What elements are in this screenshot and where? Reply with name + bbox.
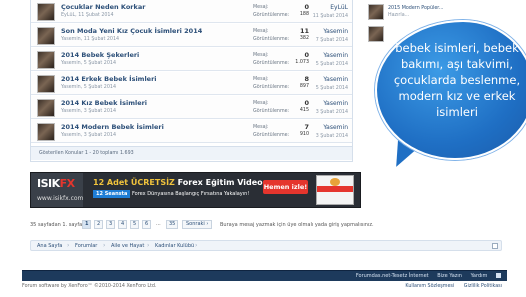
breadcrumb: Ana Sayfa › Forumlar › Aile ve Hayat › K… xyxy=(30,240,502,251)
footer-links: Forumdas.net-Tesetz İnternet Bize Yazın … xyxy=(349,273,501,279)
breadcrumb-home[interactable]: Ana Sayfa xyxy=(37,243,62,249)
stat-values: 8 897 xyxy=(299,75,309,89)
thread-title[interactable]: 2014 Kız Bebek İsimleri xyxy=(61,99,147,107)
stat-labels: Mesaj: Görüntülenme: xyxy=(253,77,290,90)
stat-labels: Mesaj: Görüntülenme: xyxy=(253,125,290,138)
table-row[interactable]: 2014 Kız Bebek İsimleri Yasemin, 3 Şubat… xyxy=(31,96,352,119)
last-post[interactable]: Yasemin 3 Şubat 2014 xyxy=(316,123,348,141)
privacy-link[interactable]: Gizlilik Politikası xyxy=(464,284,502,289)
stat-values: 0 415 xyxy=(299,99,309,113)
thread-list-footer: Gösterilen Konular 1 - 20 toplamı 1.693 xyxy=(31,146,352,160)
stat-labels: Mesaj: Görüntülenme: xyxy=(253,101,290,114)
ad-headline: 12 Adet ÜCRETSİZ Forex Eğitim Videosu xyxy=(93,178,274,187)
page-link-last[interactable]: 35 xyxy=(166,220,179,229)
avatar[interactable] xyxy=(37,51,55,69)
next-page-button[interactable]: Sonraki › xyxy=(182,220,213,229)
last-post[interactable]: Yasemin 5 Şubat 2014 xyxy=(316,75,348,93)
page-link-3[interactable]: 3 xyxy=(106,220,116,229)
terms-link[interactable]: Kullanım Sözleşmesi xyxy=(405,284,454,289)
ad-brand: ISIKFX xyxy=(37,177,75,190)
table-row[interactable]: 2014 Modern Bebek İsimleri Yasemin, 3 Şu… xyxy=(31,120,352,143)
footer-link-contact[interactable]: Bize Yazın xyxy=(437,273,462,279)
sidebar-item[interactable]: 2015 Modern Popüler... Hazırla... xyxy=(366,2,516,22)
avatar[interactable] xyxy=(37,75,55,93)
breadcrumb-family[interactable]: Aile ve Hayat xyxy=(111,243,144,249)
last-post[interactable]: EyLüL 11 Şubat 2014 xyxy=(313,3,348,21)
last-post[interactable]: Yasemin 7 Şubat 2014 xyxy=(316,27,348,45)
breadcrumb-separator: › xyxy=(147,242,150,249)
footer-link-help[interactable]: Yardım xyxy=(471,273,488,279)
avatar[interactable] xyxy=(37,3,55,21)
ad-url: www.isikfx.com xyxy=(37,195,84,202)
thread-meta: Yasemin, 3 Şubat 2014 xyxy=(61,109,117,114)
stat-values: 7 910 xyxy=(299,123,309,137)
table-row[interactable]: 2014 Erkek Bebek İsimleri Yasemin, 5 Şub… xyxy=(31,72,352,95)
avatar[interactable] xyxy=(368,26,384,42)
scroll-top-icon[interactable] xyxy=(496,273,501,278)
login-notice: Buraya mesaj yazmak için üye olmalı yada… xyxy=(220,222,374,228)
thread-meta: Yasemin, 5 Şubat 2014 xyxy=(61,61,117,66)
thread-title[interactable]: Son Moda Yeni Kız Çocuk İsimleri 2014 xyxy=(61,27,202,35)
page-link-5[interactable]: 5 xyxy=(130,220,140,229)
thread-meta: Yasemin, 5 Şubat 2014 xyxy=(61,85,117,90)
thread-title[interactable]: 2014 Erkek Bebek İsimleri xyxy=(61,75,157,83)
ad-logo[interactable]: ISIKFX www.isikfx.com xyxy=(31,173,83,207)
jump-icon[interactable] xyxy=(492,243,498,249)
breadcrumb-separator: › xyxy=(103,242,106,249)
last-post[interactable]: Yasemin 5 Şubat 2014 xyxy=(316,51,348,69)
breadcrumb-separator: › xyxy=(195,242,198,249)
ad-subline: 12 Seansta Forex Dünyasına Başlangıç Fır… xyxy=(93,190,249,198)
footer-link-site[interactable]: Forumdas.net-Tesetz İnternet xyxy=(356,273,429,279)
ad-product-image xyxy=(316,175,354,205)
legal-links: Kullanım Sözleşmesi Gizlilik Politikası xyxy=(397,284,502,289)
thread-meta: EyLüL, 11 Şubat 2014 xyxy=(61,13,114,18)
page-link-1[interactable]: 1 xyxy=(82,220,92,229)
stat-values: 0 1.073 xyxy=(295,51,309,65)
left-margin xyxy=(0,0,22,270)
stat-labels: Mesaj: Görüntülenme: xyxy=(253,5,290,18)
breadcrumb-womens-club[interactable]: Kadınlar Kulübü xyxy=(155,243,194,249)
thread-title[interactable]: 2014 Modern Bebek İsimleri xyxy=(61,123,164,131)
page-link-2[interactable]: 2 xyxy=(94,220,104,229)
table-row[interactable]: 2014 Bebek Şekerleri Yasemin, 5 Şubat 20… xyxy=(31,48,352,71)
thread-meta: Yasemin, 3 Şubat 2014 xyxy=(61,133,117,138)
avatar[interactable] xyxy=(368,4,384,20)
ad-banner[interactable]: ISIKFX www.isikfx.com 12 Adet ÜCRETSİZ F… xyxy=(30,172,361,208)
thread-title[interactable]: Çocuklar Neden Korkar xyxy=(61,3,145,11)
page-ellipsis: ... xyxy=(156,221,161,227)
thread-title[interactable]: 2014 Bebek Şekerleri xyxy=(61,51,139,59)
avatar[interactable] xyxy=(37,27,55,45)
page-link-6[interactable]: 6 xyxy=(142,220,152,229)
avatar[interactable] xyxy=(37,123,55,141)
bubble-text: bebek isimleri, bebek bakımı, aşı takvim… xyxy=(393,41,521,119)
page-link-4[interactable]: 4 xyxy=(118,220,128,229)
page-summary: 35 sayfadan 1. sayfa xyxy=(30,222,83,228)
breadcrumb-separator: › xyxy=(67,242,70,249)
footer-bar: Forumdas.net-Tesetz İnternet Bize Yazın … xyxy=(22,270,507,281)
stat-values: 11 382 xyxy=(299,27,309,41)
stat-values: 0 188 xyxy=(299,3,309,17)
thread-meta: Yasemin, 11 Şubat 2014 xyxy=(61,37,120,42)
watch-now-button[interactable]: Hemen izle! xyxy=(263,180,308,194)
last-post[interactable]: Yasemin 3 Şubat 2014 xyxy=(316,99,348,117)
page-frame: Çocuklar Neden Korkar EyLüL, 11 Şubat 20… xyxy=(0,0,526,297)
table-row[interactable]: Son Moda Yeni Kız Çocuk İsimleri 2014 Ya… xyxy=(31,24,352,47)
table-row[interactable]: Çocuklar Neden Korkar EyLüL, 11 Şubat 20… xyxy=(31,0,352,23)
stat-labels: Mesaj: Görüntülenme: xyxy=(253,29,290,42)
stat-labels: Mesaj: Görüntülenme: xyxy=(253,53,290,66)
thread-list: Çocuklar Neden Korkar EyLüL, 11 Şubat 20… xyxy=(30,0,353,162)
copyright[interactable]: Forum software by XenForo™ ©2010-2014 Xe… xyxy=(22,284,156,289)
breadcrumb-forums[interactable]: Forumlar xyxy=(75,243,97,249)
avatar[interactable] xyxy=(37,99,55,117)
sidebar-item-label[interactable]: 2015 Modern Popüler... Hazırla... xyxy=(388,5,443,19)
